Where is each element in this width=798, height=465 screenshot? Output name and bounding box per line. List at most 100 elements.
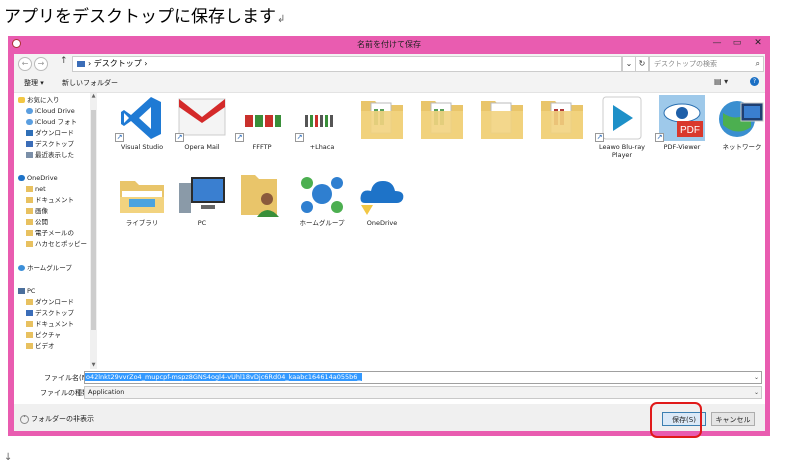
filename-value[interactable]: o42lnkt29vvrZo4_mupcpf-mspz8GNS4ogl4-vUh… <box>85 373 362 381</box>
return-mark: ↲ <box>277 14 286 25</box>
pc-icon <box>177 169 227 219</box>
breadcrumb-desktop[interactable]: デスクトップ <box>94 59 142 68</box>
page-heading: アプリをデスクトップに保存します↲ <box>4 2 285 27</box>
file-user-folder[interactable] <box>232 169 292 235</box>
breadcrumb-separator: › <box>144 59 148 68</box>
file-visual-studio[interactable]: ↗ Visual Studio <box>112 93 172 159</box>
forward-button[interactable]: → <box>34 57 48 71</box>
file-onedrive[interactable]: OneDrive <box>352 169 412 235</box>
dialog-title: 名前を付けて保存 <box>357 40 421 49</box>
file-folder-1[interactable] <box>352 93 412 159</box>
search-input[interactable]: デスクトップの検索 ⌕ <box>649 56 764 72</box>
title-bar[interactable]: 名前を付けて保存 — ▭ ✕ <box>8 36 770 53</box>
file-pc[interactable]: PC <box>172 169 232 235</box>
file-network[interactable]: ネットワーク <box>712 93 772 159</box>
up-button[interactable]: ↑ <box>60 56 68 66</box>
file-pdf-viewer[interactable]: PDF ↗ PDF-Viewer <box>652 93 712 159</box>
shortcut-arrow-icon: ↗ <box>175 133 184 142</box>
download-icon <box>26 299 33 305</box>
desktop-folder-icon <box>77 60 85 67</box>
search-placeholder: デスクトップの検索 <box>654 60 717 68</box>
cancel-button[interactable]: キャンセル <box>711 412 755 426</box>
nav-homegroup[interactable]: ホームグループ <box>18 263 72 274</box>
pictures-icon <box>26 332 33 338</box>
folder-icon <box>26 208 33 214</box>
nav-favorites[interactable]: お気に入り <box>18 95 60 106</box>
nav-pc-documents[interactable]: ドキュメント <box>26 319 74 330</box>
filename-row: ファイル名(N): o42lnkt29vvrZo4_mupcpf-mspz8GN… <box>14 371 765 384</box>
back-button[interactable]: ← <box>18 57 32 71</box>
nav-documents[interactable]: ドキュメント <box>26 195 74 206</box>
scroll-down-arrow[interactable]: ▼ <box>90 362 97 369</box>
nav-pc-downloads[interactable]: ダウンロード <box>26 297 74 308</box>
nav-public[interactable]: 公開 <box>26 217 48 228</box>
file-lhaca[interactable]: ↗ +Lhaca <box>292 93 352 159</box>
nav-desktop[interactable]: デスクトップ <box>26 139 74 150</box>
folder-icon <box>26 230 33 236</box>
nav-icloud-drive[interactable]: iCloud Drive <box>26 106 75 117</box>
video-icon <box>26 343 33 349</box>
view-options-icon[interactable]: ▤ ▾ <box>714 77 728 86</box>
shortcut-arrow-icon: ↗ <box>115 133 124 142</box>
nav-icloud-photos[interactable]: iCloud フォト <box>26 117 77 128</box>
folder-icon <box>357 93 407 143</box>
filetype-select[interactable]: Application ⌄ <box>84 386 762 399</box>
folder-icon <box>537 93 587 143</box>
vscode-icon <box>117 93 167 143</box>
minimize-button[interactable]: — <box>708 37 726 50</box>
refresh-button[interactable]: ↻ <box>635 56 649 72</box>
shortcut-arrow-icon: ↗ <box>655 133 664 142</box>
scroll-up-arrow[interactable]: ▲ <box>90 93 97 100</box>
nav-hakase[interactable]: ハカセとポッピー <box>26 239 87 250</box>
download-icon <box>26 130 33 136</box>
filename-input[interactable]: o42lnkt29vvrZo4_mupcpf-mspz8GNS4ogl4-vUh… <box>84 371 762 384</box>
filename-dropdown-icon[interactable]: ⌄ <box>754 372 759 383</box>
file-homegroup[interactable]: ホームグループ <box>292 169 352 235</box>
nav-recent[interactable]: 最近表示した <box>26 150 74 161</box>
dialog-client: ← → ↑ › デスクトップ › ⌄ ↻ デスクトップの検索 ⌕ 整理 ▾ 新し… <box>14 54 765 431</box>
network-icon <box>717 93 767 143</box>
file-opera-mail[interactable]: ↗ Opera Mail <box>172 93 232 159</box>
nav-pc-pictures[interactable]: ピクチャ <box>26 330 61 341</box>
file-folder-4[interactable] <box>532 93 592 159</box>
breadcrumb-separator: › <box>88 59 92 68</box>
nav-pc-desktop[interactable]: デスクトップ <box>26 308 74 319</box>
file-leawo[interactable]: ↗ Leawo Blu-ray Player <box>592 93 652 159</box>
nav-pc[interactable]: PC <box>18 286 35 297</box>
scroll-thumb[interactable] <box>91 110 96 330</box>
close-button[interactable]: ✕ <box>748 37 768 50</box>
navigation-pane: お気に入り iCloud Drive iCloud フォト ダウンロード デスク… <box>14 93 90 369</box>
folder-icon <box>26 241 33 247</box>
nav-onedrive[interactable]: OneDrive <box>18 173 58 184</box>
folder-icon <box>417 93 467 143</box>
address-box[interactable]: › デスクトップ › <box>72 56 622 72</box>
nav-email[interactable]: 電子メールの <box>26 228 74 239</box>
hide-folders-label: フォルダーの非表示 <box>31 415 94 423</box>
filetype-value: Application <box>88 388 125 396</box>
organize-menu[interactable]: 整理 ▾ <box>24 78 44 88</box>
filetype-row: ファイルの種類(T): Application ⌄ <box>14 386 765 399</box>
cloud-icon <box>26 119 33 125</box>
file-ffftp[interactable]: ↗ FFFTP <box>232 93 292 159</box>
pc-icon <box>18 288 25 294</box>
hide-folders-toggle[interactable]: ˄ フォルダーの非表示 <box>20 414 94 424</box>
new-folder-button[interactable]: 新しいフォルダー <box>62 78 118 88</box>
folder-icon <box>26 186 33 192</box>
file-folder-3[interactable] <box>472 93 532 159</box>
search-icon: ⌕ <box>755 59 760 68</box>
folder-icon <box>26 197 33 203</box>
maximize-button[interactable]: ▭ <box>728 37 746 50</box>
nav-images[interactable]: 画像 <box>26 206 48 217</box>
nav-pc-videos[interactable]: ビデオ <box>26 341 55 352</box>
shortcut-arrow-icon: ↗ <box>235 133 244 142</box>
nav-downloads[interactable]: ダウンロード <box>26 128 74 139</box>
nav-net[interactable]: net <box>26 184 46 195</box>
address-dropdown-button[interactable]: ⌄ <box>622 56 636 72</box>
help-icon[interactable]: ? <box>750 77 759 86</box>
file-folder-2[interactable] <box>412 93 472 159</box>
filetype-dropdown-icon[interactable]: ⌄ <box>754 387 759 398</box>
shortcut-arrow-icon: ↗ <box>295 133 304 142</box>
svg-text:PDF: PDF <box>680 125 700 136</box>
nav-scrollbar[interactable]: ▲ ▼ <box>90 93 97 369</box>
file-libraries[interactable]: ライブラリ <box>112 169 172 235</box>
